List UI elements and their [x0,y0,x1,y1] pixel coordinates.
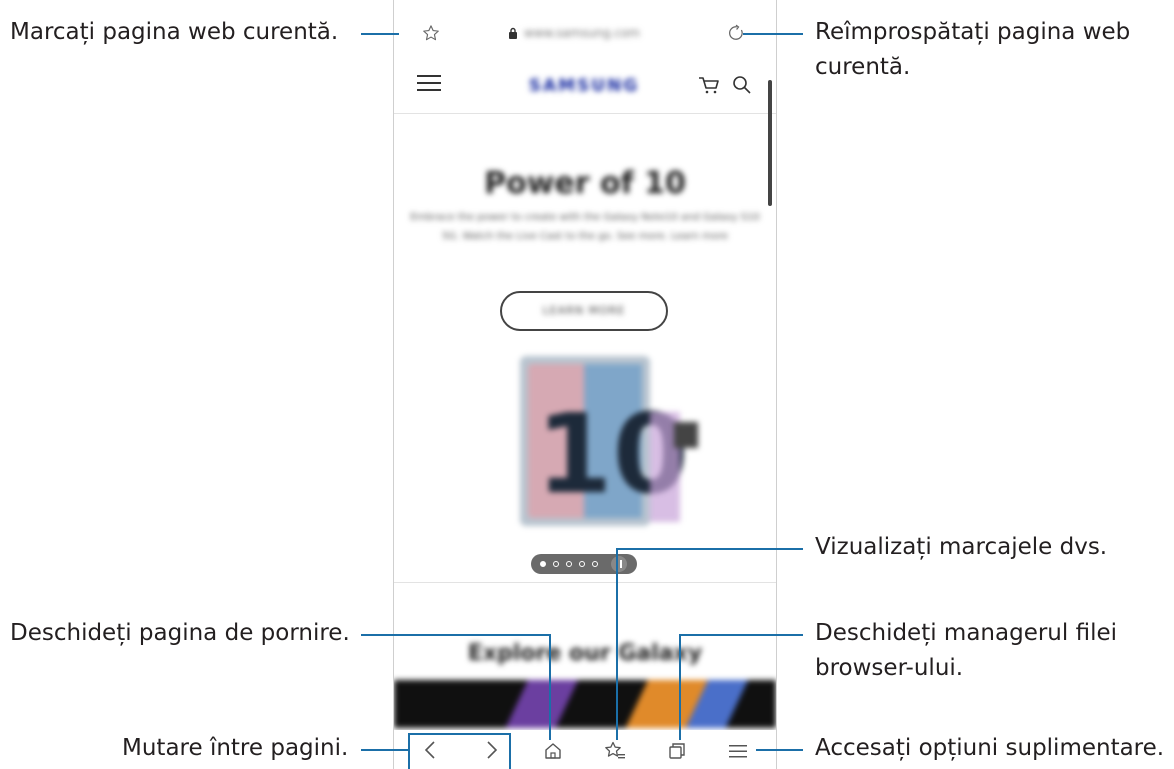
search-icon[interactable] [730,73,754,97]
carousel-dot[interactable] [566,561,572,567]
callout-vline-view-bookmarks [616,548,618,740]
callout-tab-manager-line2: browser-ului. [815,655,964,681]
scrollbar[interactable] [768,80,772,206]
callout-line-home [361,634,550,636]
section-title: Explore our Galaxy [467,641,703,666]
url-bar: www.samsung.com [394,0,776,62]
callout-line-navigate [361,749,408,751]
callout-line-refresh [743,33,803,35]
callout-tab-manager-line1: Deschideți managerul filei [815,620,1117,646]
learn-more-label: LEARN MORE [542,304,626,317]
product-image[interactable]: 10 [514,352,698,526]
callout-view-bookmarks: Vizualizați marcajele dvs. [815,534,1108,560]
callout-navigate: Mutare între pagini. [122,735,349,761]
callout-refresh-line2: curentă. [815,54,911,80]
home-icon[interactable] [541,740,565,762]
pause-icon[interactable] [611,556,627,572]
bookmarks-list-icon[interactable] [603,739,627,763]
more-options-icon[interactable] [726,739,750,763]
callout-home: Deschideți pagina de pornire. [10,620,350,646]
carousel-dot-active[interactable] [540,561,546,567]
cart-icon[interactable] [696,73,722,97]
hamburger-menu-icon[interactable] [416,70,442,96]
browser-screen: www.samsung.com SAMSUNG Power of 10 Embr… [393,0,777,769]
callout-line-more-options [756,749,803,751]
carousel-dot[interactable] [553,561,559,567]
carousel-dot[interactable] [579,561,585,567]
callout-line-bookmark [361,33,399,35]
callout-more-options: Accesați opțiuni suplimentare. [815,735,1165,761]
bookmark-star-icon[interactable] [420,22,442,44]
carousel-indicator[interactable] [531,554,637,574]
navigation-highlight-box [408,733,511,769]
callout-line-tab-manager [680,634,803,636]
lock-icon [507,26,519,40]
learn-more-button[interactable]: LEARN MORE [500,291,668,331]
callout-bookmark: Marcați pagina web curentă. [10,19,339,45]
callout-refresh-line1: Reîmprospătați pagina web [815,19,1131,45]
tabs-icon[interactable] [665,739,689,763]
callout-vline-home [549,634,551,740]
hero-title: Power of 10 [484,166,686,201]
site-logo[interactable]: SAMSUNG [524,74,644,98]
gallery-strip[interactable] [394,680,776,728]
section-divider [394,582,776,583]
carousel-dot[interactable] [592,561,598,567]
url-text[interactable]: www.samsung.com [524,23,664,43]
callout-vline-tab-manager [679,634,681,740]
header-divider [394,113,776,114]
callout-line-view-bookmarks [617,548,803,550]
hero-text: Embrace the power to create with the Gal… [410,212,760,242]
